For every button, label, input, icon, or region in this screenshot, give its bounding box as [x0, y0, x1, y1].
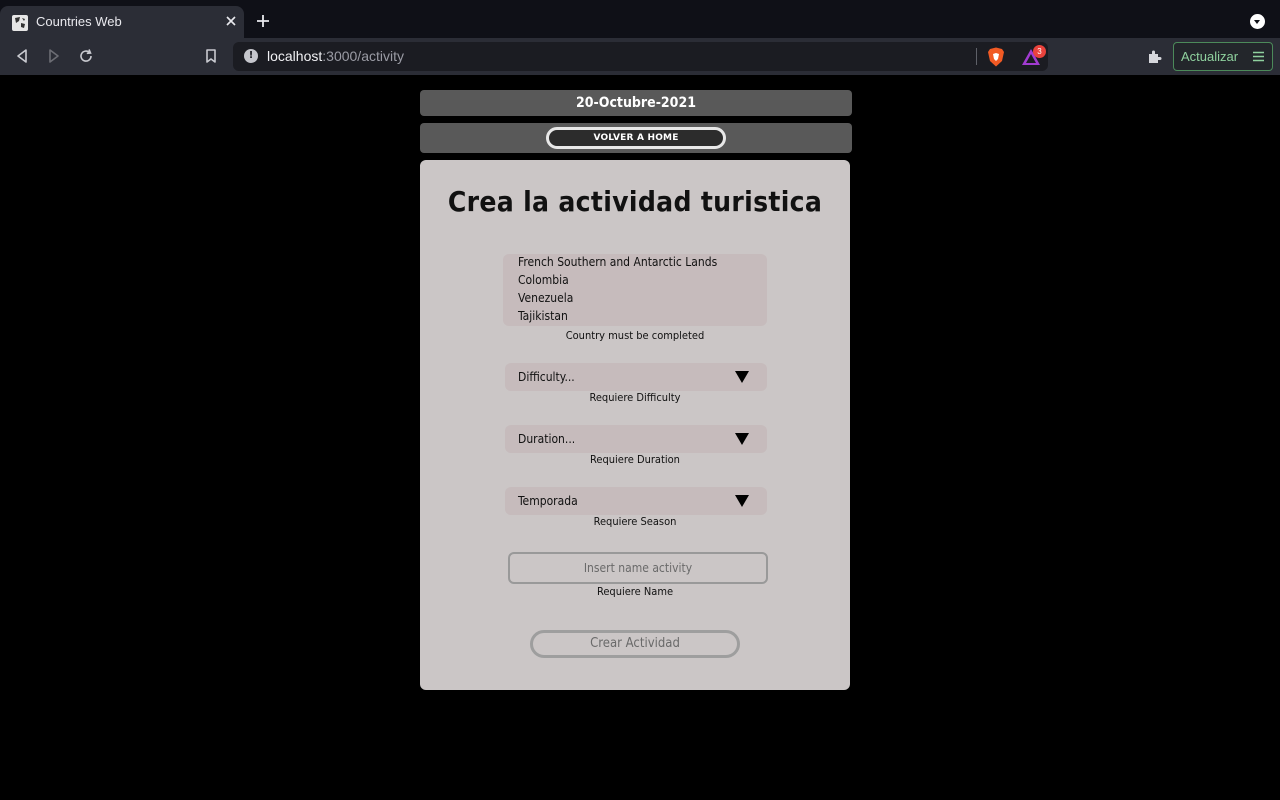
difficulty-value: Difficulty...	[518, 370, 575, 384]
country-option[interactable]: French Southern and Antarctic Lands	[518, 255, 717, 269]
tab-search-icon[interactable]	[1250, 14, 1265, 29]
menu-icon	[1253, 51, 1264, 62]
update-label: Actualizar	[1181, 49, 1239, 64]
update-button[interactable]: Actualizar	[1173, 42, 1273, 71]
home-button[interactable]: VOLVER A HOME	[546, 127, 726, 149]
page-title: Crea la actividad turistica	[447, 185, 823, 218]
forward-icon[interactable]	[45, 47, 63, 65]
duration-error: Requiere Duration	[590, 453, 680, 466]
season-select[interactable]: Temporada	[505, 487, 767, 515]
close-icon[interactable]	[224, 14, 238, 28]
create-activity-button[interactable]: Crear Actividad	[530, 630, 740, 658]
tab-title: Countries Web	[36, 14, 122, 29]
url-text[interactable]: localhost:3000/activity	[267, 48, 404, 64]
browser-tab[interactable]: Countries Web	[0, 6, 244, 38]
activity-form: Crea la actividad turistica French South…	[420, 160, 850, 690]
name-error: Requiere Name	[596, 585, 674, 598]
page-viewport: 20-Octubre-2021 VOLVER A HOME Crea la ac…	[0, 75, 1280, 800]
country-select-list[interactable]: French Southern and Antarctic Lands Colo…	[503, 254, 767, 326]
duration-select[interactable]: Duration...	[505, 425, 767, 453]
extensions-puzzle-icon[interactable]	[1146, 48, 1163, 65]
country-option[interactable]: Colombia	[518, 273, 569, 287]
bookmark-icon[interactable]	[202, 47, 220, 65]
info-icon[interactable]: !	[244, 49, 258, 63]
country-option[interactable]: Venezuela	[518, 291, 573, 305]
country-error: Country must be completed	[565, 329, 705, 342]
dropdown-arrow-icon	[735, 495, 749, 507]
rewards-badge: 3	[1033, 45, 1046, 58]
home-bar: VOLVER A HOME	[420, 123, 852, 153]
duration-value: Duration...	[518, 432, 576, 446]
tab-bar: Countries Web	[0, 0, 1280, 38]
date-banner: 20-Octubre-2021	[420, 90, 852, 116]
country-option[interactable]: Tajikistan	[518, 309, 568, 323]
season-value: Temporada	[518, 494, 578, 508]
difficulty-select[interactable]: Difficulty...	[505, 363, 767, 391]
brave-shields-icon[interactable]	[987, 47, 1005, 67]
globe-favicon-icon	[12, 15, 28, 31]
activity-name-input[interactable]	[508, 552, 768, 584]
difficulty-error: Requiere Difficulty	[589, 391, 681, 404]
new-tab-icon[interactable]	[255, 13, 271, 29]
reload-icon[interactable]	[77, 47, 95, 65]
url-path: :3000/activity	[322, 48, 404, 64]
back-icon[interactable]	[13, 47, 31, 65]
dropdown-arrow-icon	[735, 433, 749, 445]
url-host: localhost	[267, 48, 323, 64]
address-bar[interactable]: ! localhost:3000/activity	[233, 42, 1048, 71]
address-divider	[976, 48, 977, 65]
dropdown-arrow-icon	[735, 371, 749, 383]
season-error: Requiere Season	[593, 515, 677, 528]
browser-toolbar: ! localhost:3000/activity 3 Actualizar	[0, 38, 1280, 75]
